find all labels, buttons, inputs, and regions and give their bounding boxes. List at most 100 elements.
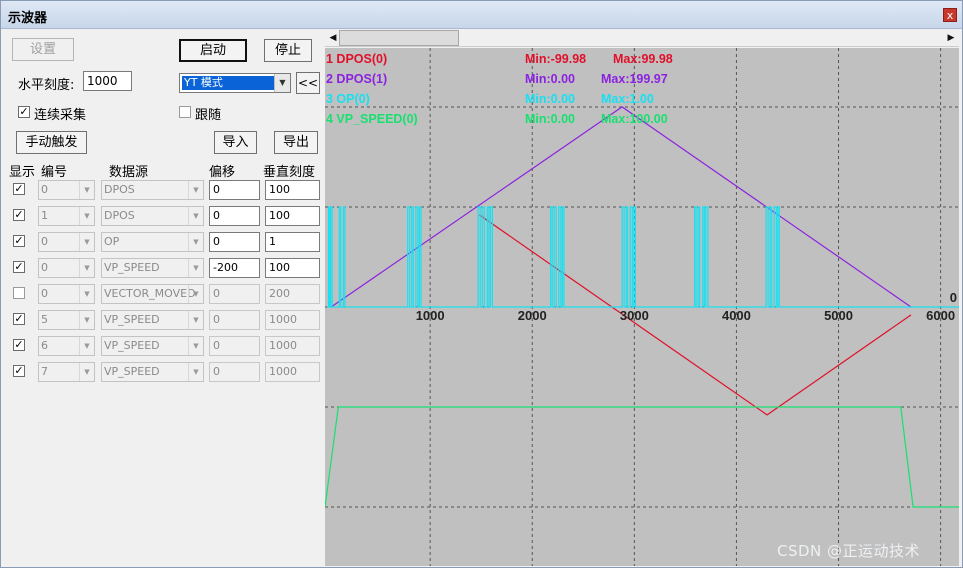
channel-source-value: VP_SPEED: [104, 339, 160, 352]
mode-select[interactable]: YT 模式 ▼: [179, 73, 291, 93]
channel-offset-input[interactable]: 0: [209, 284, 260, 304]
channel-source-select[interactable]: VP_SPEED ▼: [101, 310, 204, 330]
x-tick-label: 5000: [824, 308, 853, 323]
export-button[interactable]: 导出: [274, 131, 318, 154]
channel-source-value: OP: [104, 235, 120, 248]
chevron-down-icon[interactable]: ▼: [79, 363, 94, 381]
follow-checkbox[interactable]: [179, 106, 191, 118]
channel-num-value: 5: [41, 313, 48, 326]
chevron-down-icon[interactable]: ▼: [79, 207, 94, 225]
channel-show-checkbox[interactable]: [13, 287, 25, 299]
channel-source-value: VP_SPEED: [104, 365, 160, 378]
horizontal-scrollbar[interactable]: ◀ ▶: [325, 29, 959, 47]
channel-show-checkbox[interactable]: ✓: [13, 183, 25, 195]
channel-vscale-input[interactable]: 1: [265, 232, 320, 252]
chevron-down-icon[interactable]: ▼: [188, 363, 203, 381]
header-source: 数据源: [109, 165, 149, 180]
manual-trigger-button[interactable]: 手动触发: [16, 131, 87, 154]
zero-label: 0: [950, 290, 957, 305]
stop-button[interactable]: 停止: [264, 39, 312, 62]
channel-num-select[interactable]: 0 ▼: [38, 284, 95, 304]
legend-max: Max:100.00: [601, 112, 668, 126]
channel-show-checkbox[interactable]: ✓: [13, 209, 25, 221]
channel-source-value: DPOS: [104, 183, 135, 196]
chevron-down-icon[interactable]: ▼: [79, 181, 94, 199]
scope-plot-svg: 1000 2000 3000 4000 5000 6000 0 1 DPOS(0) Min:-9…: [325, 48, 959, 566]
channel-vscale-input[interactable]: 100: [265, 258, 320, 278]
oscilloscope-window: 示波器 x 设置 启动 停止 水平刻度: 1000 YT 模式 ▼ << ✓ 连…: [0, 0, 963, 568]
channel-offset-input[interactable]: 0: [209, 180, 260, 200]
channel-num-select[interactable]: 0 ▼: [38, 180, 95, 200]
channel-show-checkbox[interactable]: ✓: [13, 339, 25, 351]
channel-num-select[interactable]: 0 ▼: [38, 258, 95, 278]
channel-num-select[interactable]: 0 ▼: [38, 232, 95, 252]
channel-num-select[interactable]: 7 ▼: [38, 362, 95, 382]
chevron-down-icon[interactable]: ▼: [188, 259, 203, 277]
chevron-down-icon[interactable]: ▼: [79, 337, 94, 355]
channel-show-checkbox[interactable]: ✓: [13, 313, 25, 325]
chevron-down-icon[interactable]: ▼: [188, 337, 203, 355]
chevron-down-icon[interactable]: ▼: [79, 311, 94, 329]
chevron-down-icon[interactable]: ▼: [188, 285, 203, 303]
channel-offset-input[interactable]: 0: [209, 336, 260, 356]
channel-source-select[interactable]: VP_SPEED ▼: [101, 336, 204, 356]
x-tick-label: 1000: [416, 308, 445, 323]
collapse-button[interactable]: <<: [296, 72, 320, 94]
continuous-checkbox[interactable]: ✓: [18, 106, 30, 118]
header-offset: 偏移: [209, 165, 236, 180]
watermark: CSDN @正运动技术: [777, 542, 921, 560]
settings-button[interactable]: 设置: [12, 38, 74, 61]
channel-show-checkbox[interactable]: ✓: [13, 365, 25, 377]
chevron-down-icon[interactable]: ▼: [79, 233, 94, 251]
chevron-down-icon[interactable]: ▼: [79, 285, 94, 303]
channel-source-select[interactable]: VECTOR_MOVED ▼: [101, 284, 204, 304]
legend-label: 4 VP_SPEED(0): [326, 112, 418, 126]
channel-vscale-input[interactable]: 1000: [265, 336, 320, 356]
channel-num-value: 0: [41, 287, 48, 300]
scroll-right-icon[interactable]: ▶: [944, 30, 958, 46]
mode-selected-value: YT 模式: [182, 76, 274, 90]
chevron-down-icon[interactable]: ▼: [188, 311, 203, 329]
chevron-down-icon[interactable]: ▼: [188, 207, 203, 225]
x-tick-label: 2000: [518, 308, 547, 323]
follow-label: 跟随: [195, 108, 222, 123]
channel-offset-input[interactable]: 0: [209, 310, 260, 330]
channel-source-select[interactable]: DPOS ▼: [101, 206, 204, 226]
channel-source-select[interactable]: VP_SPEED ▼: [101, 258, 204, 278]
header-vscale: 垂直刻度: [263, 165, 316, 180]
channel-source-select[interactable]: OP ▼: [101, 232, 204, 252]
channel-num-value: 7: [41, 365, 48, 378]
h-scale-input[interactable]: 1000: [83, 71, 132, 91]
chevron-down-icon[interactable]: ▼: [188, 233, 203, 251]
channel-show-checkbox[interactable]: ✓: [13, 261, 25, 273]
channel-vscale-input[interactable]: 100: [265, 206, 320, 226]
channel-vscale-input[interactable]: 200: [265, 284, 320, 304]
legend-min: Min:0.00: [525, 112, 575, 126]
channel-vscale-input[interactable]: 1000: [265, 310, 320, 330]
channel-source-value: VECTOR_MOVED: [104, 287, 196, 300]
channel-offset-input[interactable]: 0: [209, 206, 260, 226]
start-button[interactable]: 启动: [179, 39, 247, 62]
channel-num-select[interactable]: 5 ▼: [38, 310, 95, 330]
window-title: 示波器: [8, 11, 48, 26]
close-button[interactable]: x: [943, 8, 957, 22]
channel-num-select[interactable]: 6 ▼: [38, 336, 95, 356]
channel-offset-input[interactable]: 0: [209, 232, 260, 252]
channel-source-select[interactable]: DPOS ▼: [101, 180, 204, 200]
channel-offset-input[interactable]: -200: [209, 258, 260, 278]
channel-show-checkbox[interactable]: ✓: [13, 235, 25, 247]
channel-offset-input[interactable]: 0: [209, 362, 260, 382]
chevron-down-icon[interactable]: ▼: [188, 181, 203, 199]
scope-chart: 1000 2000 3000 4000 5000 6000 0 1 DPOS(0) Min:-9…: [325, 48, 959, 566]
chevron-down-icon[interactable]: ▼: [274, 74, 290, 92]
legend-max: Max:1.00: [601, 92, 654, 106]
chevron-down-icon[interactable]: ▼: [79, 259, 94, 277]
channel-vscale-input[interactable]: 1000: [265, 362, 320, 382]
channel-vscale-input[interactable]: 100: [265, 180, 320, 200]
channel-source-select[interactable]: VP_SPEED ▼: [101, 362, 204, 382]
scroll-left-icon[interactable]: ◀: [326, 30, 340, 46]
channel-num-select[interactable]: 1 ▼: [38, 206, 95, 226]
scroll-thumb[interactable]: [339, 30, 459, 46]
channel-source-value: DPOS: [104, 209, 135, 222]
import-button[interactable]: 导入: [214, 131, 257, 154]
